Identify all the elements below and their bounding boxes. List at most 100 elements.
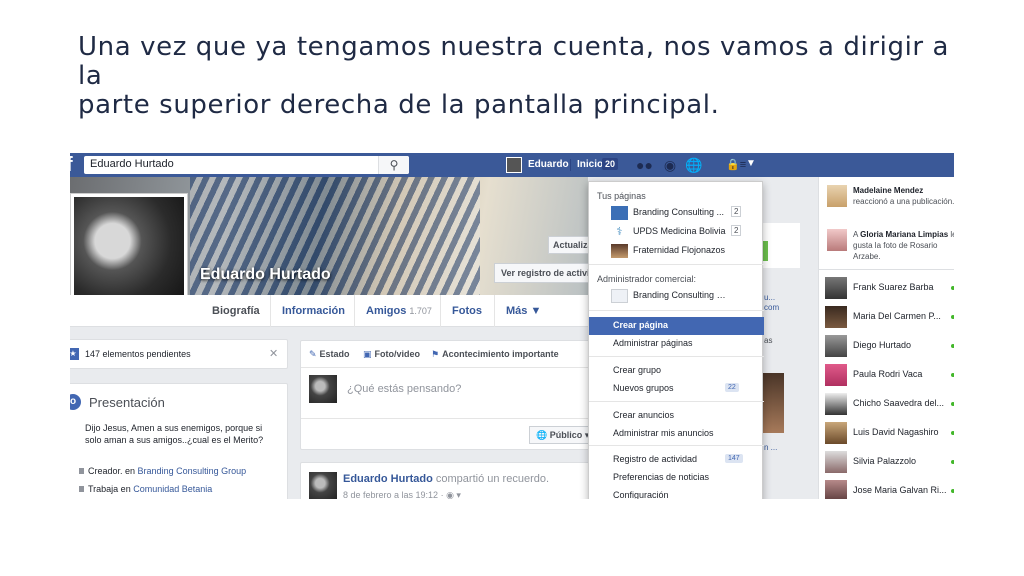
menu-item-administrar-paginas[interactable]: Administrar páginas xyxy=(589,335,764,353)
activity-log-button[interactable]: Ver registro de actividad xyxy=(494,263,594,283)
contact-name: Maria Del Carmen P... xyxy=(853,311,941,321)
online-indicator xyxy=(951,431,954,435)
account-dropdown-menu: Tus páginas Branding Consulting ... 2 ⚕ … xyxy=(588,181,764,499)
page-item[interactable]: Branding Consulting ... 2 xyxy=(611,205,761,221)
menu-item-label: Crear anuncios xyxy=(613,410,675,420)
contact-name: Luis David Nagashiro xyxy=(853,427,939,437)
tab-mas[interactable]: Más ▼ xyxy=(506,305,541,317)
notification-text: Madelaine Mendez reaccionó a una publica… xyxy=(853,185,954,207)
online-indicator xyxy=(951,373,954,377)
menu-item-label: Administrar páginas xyxy=(613,338,693,348)
post-composer: ✎ Estado ▣ Foto/video ⚑ Acontecimiento impo… xyxy=(300,340,597,450)
flag-icon: ⚑ xyxy=(431,349,440,359)
right-column-text: n ... xyxy=(764,443,778,452)
search-icon[interactable]: ⚲ xyxy=(378,156,409,174)
composer-tab-status[interactable]: ✎ Estado xyxy=(309,349,350,360)
post-avatar[interactable] xyxy=(309,472,337,499)
update-info-button[interactable]: Actualiza xyxy=(548,236,593,254)
briefcase-icon xyxy=(79,486,84,492)
user-avatar[interactable] xyxy=(506,157,522,173)
post-header: Eduardo Hurtado compartió un recuerdo. xyxy=(343,473,549,485)
creator-link[interactable]: Branding Consulting Group xyxy=(138,466,247,476)
intro-title: Presentación xyxy=(89,395,165,410)
post-author-link[interactable]: Eduardo Hurtado xyxy=(343,473,433,485)
globe-icon: o xyxy=(70,394,81,410)
ticker-divider xyxy=(819,269,954,270)
contact-avatar xyxy=(825,480,847,499)
menu-divider xyxy=(589,401,764,402)
close-icon[interactable]: ✕ xyxy=(269,347,278,360)
profile-name[interactable]: Eduardo Hurtado xyxy=(200,266,331,284)
menu-item-crear-pagina[interactable]: Crear página xyxy=(589,317,764,335)
pending-items-card[interactable]: ★ 147 elementos pendientes ✕ xyxy=(70,339,288,369)
facebook-logo-icon[interactable]: f xyxy=(70,155,80,175)
messages-icon[interactable]: ◉ xyxy=(662,157,678,173)
composer-divider xyxy=(301,418,591,419)
business-manager-header: Administrador comercial: xyxy=(597,274,697,284)
menu-item-administrar-anuncios[interactable]: Administrar mis anuncios xyxy=(589,425,764,443)
star-icon: ★ xyxy=(70,348,79,360)
post-action-text: compartió un recuerdo. xyxy=(435,473,550,485)
friend-requests-icon[interactable]: ●● xyxy=(636,157,653,173)
tab-label: Más ▼ xyxy=(506,305,542,317)
menu-item-configuracion[interactable]: Configuración xyxy=(589,487,764,499)
contact-name: Diego Hurtado xyxy=(853,340,912,350)
home-count-badge: 20 xyxy=(602,158,619,170)
online-indicator xyxy=(951,344,954,348)
search-input[interactable]: Eduardo Hurtado xyxy=(84,156,409,174)
work-link[interactable]: Comunidad Betania xyxy=(133,484,212,494)
user-name-link[interactable]: Eduardo xyxy=(528,159,569,170)
ticker-notification[interactable]: A Gloria Mariana Limpias le gusta la fot… xyxy=(827,229,954,265)
composer-tab-event[interactable]: ⚑ Acontecimiento importante xyxy=(431,349,559,360)
menu-item-nuevos-grupos[interactable]: Nuevos grupos 22 xyxy=(589,380,764,398)
page-item[interactable]: ⚕ UPDS Medicina Bolivia 2 xyxy=(611,224,761,240)
online-indicator xyxy=(951,402,954,406)
briefcase-icon xyxy=(79,468,84,474)
menu-item-label: Administrar mis anuncios xyxy=(613,428,714,438)
contact-name: Silvia Palazzolo xyxy=(853,456,917,466)
contact-avatar xyxy=(825,335,847,357)
tab-fotos[interactable]: Fotos xyxy=(452,305,482,317)
menu-item-crear-anuncios[interactable]: Crear anuncios xyxy=(589,407,764,425)
chat-contact[interactable]: Maria Del Carmen P... xyxy=(825,306,954,328)
business-page-item[interactable]: Branding Consulting GR... xyxy=(611,288,761,304)
composer-tab-label: Estado xyxy=(319,349,350,359)
chat-contact[interactable]: Paula Rodri Vaca xyxy=(825,364,954,386)
right-column-photo[interactable] xyxy=(762,373,784,433)
privacy-shortcuts-icon[interactable]: 🔒≡ xyxy=(726,158,746,171)
online-indicator xyxy=(951,315,954,319)
chat-contact[interactable]: Silvia Palazzolo xyxy=(825,451,954,473)
page-item[interactable]: Fraternidad Flojonazos xyxy=(611,243,761,259)
page-count-badge: 2 xyxy=(731,225,742,236)
post-timestamp[interactable]: 8 de febrero a las 19:12 · ◉ ▾ xyxy=(343,490,461,499)
tab-informacion[interactable]: Información xyxy=(282,305,345,317)
page-thumbnail xyxy=(611,206,628,220)
page-thumbnail xyxy=(611,289,628,303)
tab-biografia[interactable]: Biografía xyxy=(212,305,260,317)
chat-contact[interactable]: Diego Hurtado xyxy=(825,335,954,357)
home-link[interactable]: Inicio xyxy=(577,159,603,170)
profile-picture[interactable] xyxy=(70,193,188,311)
pending-items-text: 147 elementos pendientes xyxy=(85,349,191,359)
menu-item-crear-grupo[interactable]: Crear grupo xyxy=(589,362,764,380)
friends-count: 1.707 xyxy=(409,306,432,316)
chat-contact[interactable]: Frank Suarez Barba xyxy=(825,277,954,299)
chat-contact[interactable]: Chicho Saavedra del... xyxy=(825,393,954,415)
menu-item-preferencias-noticias[interactable]: Preferencias de noticias xyxy=(589,469,764,487)
chat-contact[interactable]: Luis David Nagashiro xyxy=(825,422,954,444)
chat-contact[interactable]: Jose Maria Galvan Ri... xyxy=(825,480,954,499)
composer-tab-photo[interactable]: ▣ Foto/video xyxy=(363,349,420,360)
account-menu-caret-icon[interactable]: ▼ xyxy=(746,158,756,169)
online-indicator xyxy=(951,286,954,290)
ticker-notification[interactable]: Madelaine Mendez reaccionó a una publica… xyxy=(827,185,954,221)
notifications-globe-icon[interactable]: 🌐 xyxy=(685,157,702,173)
audience-selector[interactable]: 🌐 Público ▾ xyxy=(529,426,597,444)
right-column-text: as xyxy=(764,336,773,345)
tab-label: Amigos xyxy=(366,305,407,317)
menu-item-count-badge: 22 xyxy=(725,383,739,392)
tab-amigos[interactable]: Amigos 1.707 xyxy=(366,305,432,317)
composer-tab-label: Foto/video xyxy=(374,349,421,359)
menu-item-registro-actividad[interactable]: Registro de actividad 147 xyxy=(589,451,764,469)
composer-input[interactable]: ¿Qué estás pensando? xyxy=(347,383,461,395)
online-indicator xyxy=(951,460,954,464)
